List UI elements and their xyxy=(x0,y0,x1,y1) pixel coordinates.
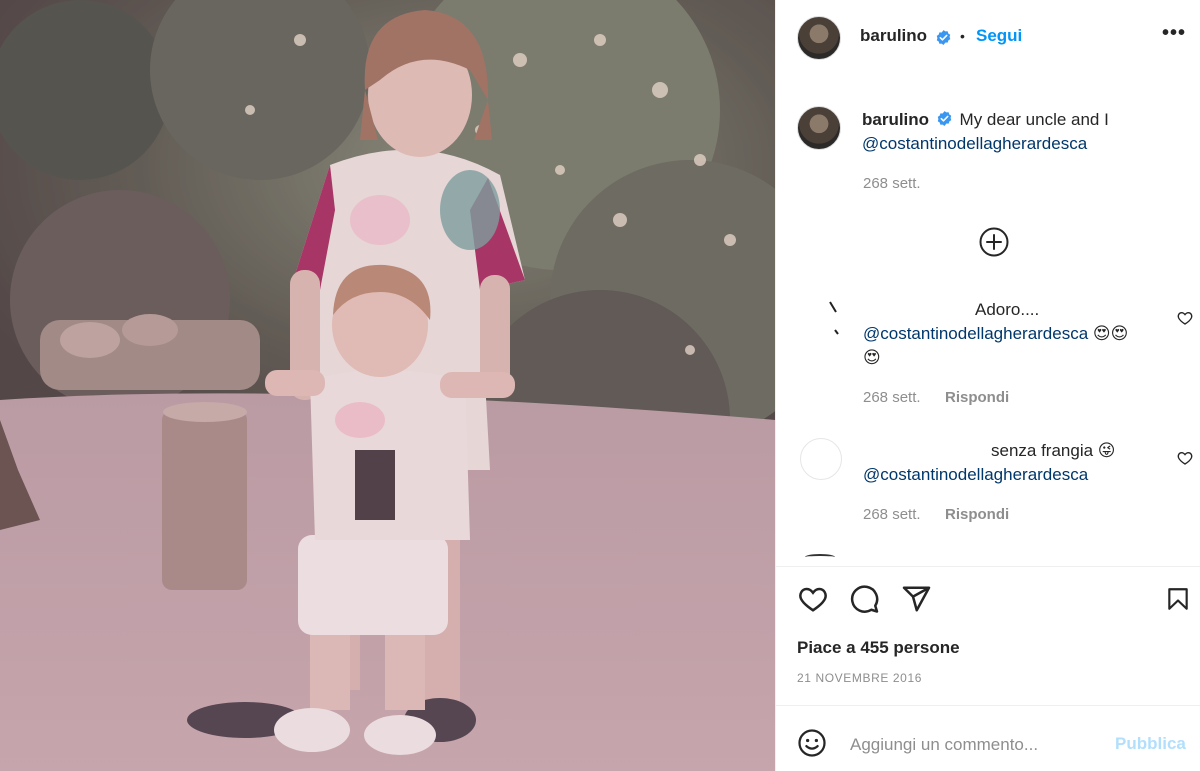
load-more-comments-icon[interactable] xyxy=(978,226,1010,258)
avatar-image xyxy=(829,301,839,335)
comment-2-reply-button[interactable]: Rispondi xyxy=(945,506,1009,523)
comment-avatar[interactable] xyxy=(800,300,840,340)
comment-2-text: senza frangia 😜 xyxy=(991,441,1116,460)
comment-1-reply-button[interactable]: Rispondi xyxy=(945,389,1009,406)
bookmark-icon[interactable] xyxy=(1165,584,1191,614)
comment-1-emoji: 😍😍 xyxy=(1092,324,1129,343)
comment-1: Adoro.... @costantinodellagherardesca 😍😍… xyxy=(863,298,1163,370)
comment-1-time[interactable]: 268 sett. xyxy=(863,389,921,406)
divider xyxy=(776,705,1200,706)
comment-like-heart-icon[interactable] xyxy=(1177,310,1193,326)
comment-1-text: Adoro.... xyxy=(975,300,1040,319)
emoji-icon[interactable] xyxy=(797,728,827,758)
post-date[interactable]: 21 NOVEMBRE 2016 xyxy=(797,671,922,685)
share-icon[interactable] xyxy=(901,584,932,614)
vintage-photo-illustration xyxy=(0,0,775,771)
heart-icon[interactable] xyxy=(797,584,829,614)
caption-text: My dear uncle and I xyxy=(959,110,1109,129)
caption: barulino My dear uncle and I @costantino… xyxy=(862,108,1182,156)
comment-1-mention[interactable]: @costantinodellagherardesca xyxy=(863,324,1088,343)
comment-2: senza frangia 😜 @costantinodellagherarde… xyxy=(863,439,1163,487)
divider xyxy=(776,566,1200,567)
next-comment-avatar-edge xyxy=(805,554,835,560)
comment-icon[interactable] xyxy=(849,584,880,614)
caption-time[interactable]: 268 sett. xyxy=(863,175,921,192)
author-username[interactable]: barulino xyxy=(860,26,927,46)
verified-badge-icon xyxy=(936,30,951,45)
caption-username[interactable]: barulino xyxy=(862,110,929,129)
post-photo[interactable] xyxy=(0,0,775,771)
separator-dot: • xyxy=(960,28,965,44)
comment-2-mention[interactable]: @costantinodellagherardesca xyxy=(863,465,1088,484)
post-side-panel: barulino • Segui ••• barulino My dear un… xyxy=(775,0,1200,771)
comment-like-heart-icon[interactable] xyxy=(1177,450,1193,466)
caption-avatar[interactable] xyxy=(797,106,841,150)
comment-2-time[interactable]: 268 sett. xyxy=(863,506,921,523)
follow-button[interactable]: Segui xyxy=(976,26,1022,46)
more-options-icon[interactable]: ••• xyxy=(1162,22,1186,45)
comment-1-emoji-line2: 😍 xyxy=(863,348,881,367)
post-header: barulino • Segui ••• xyxy=(776,0,1200,72)
author-avatar[interactable] xyxy=(797,16,841,60)
comment-avatar[interactable] xyxy=(800,438,842,480)
caption-mention[interactable]: @costantinodellagherardesca xyxy=(862,134,1087,153)
likes-count[interactable]: Piace a 455 persone xyxy=(797,638,960,658)
add-comment-input[interactable] xyxy=(848,728,1112,762)
publish-button[interactable]: Pubblica xyxy=(1115,734,1186,754)
verified-badge-icon xyxy=(937,111,952,126)
